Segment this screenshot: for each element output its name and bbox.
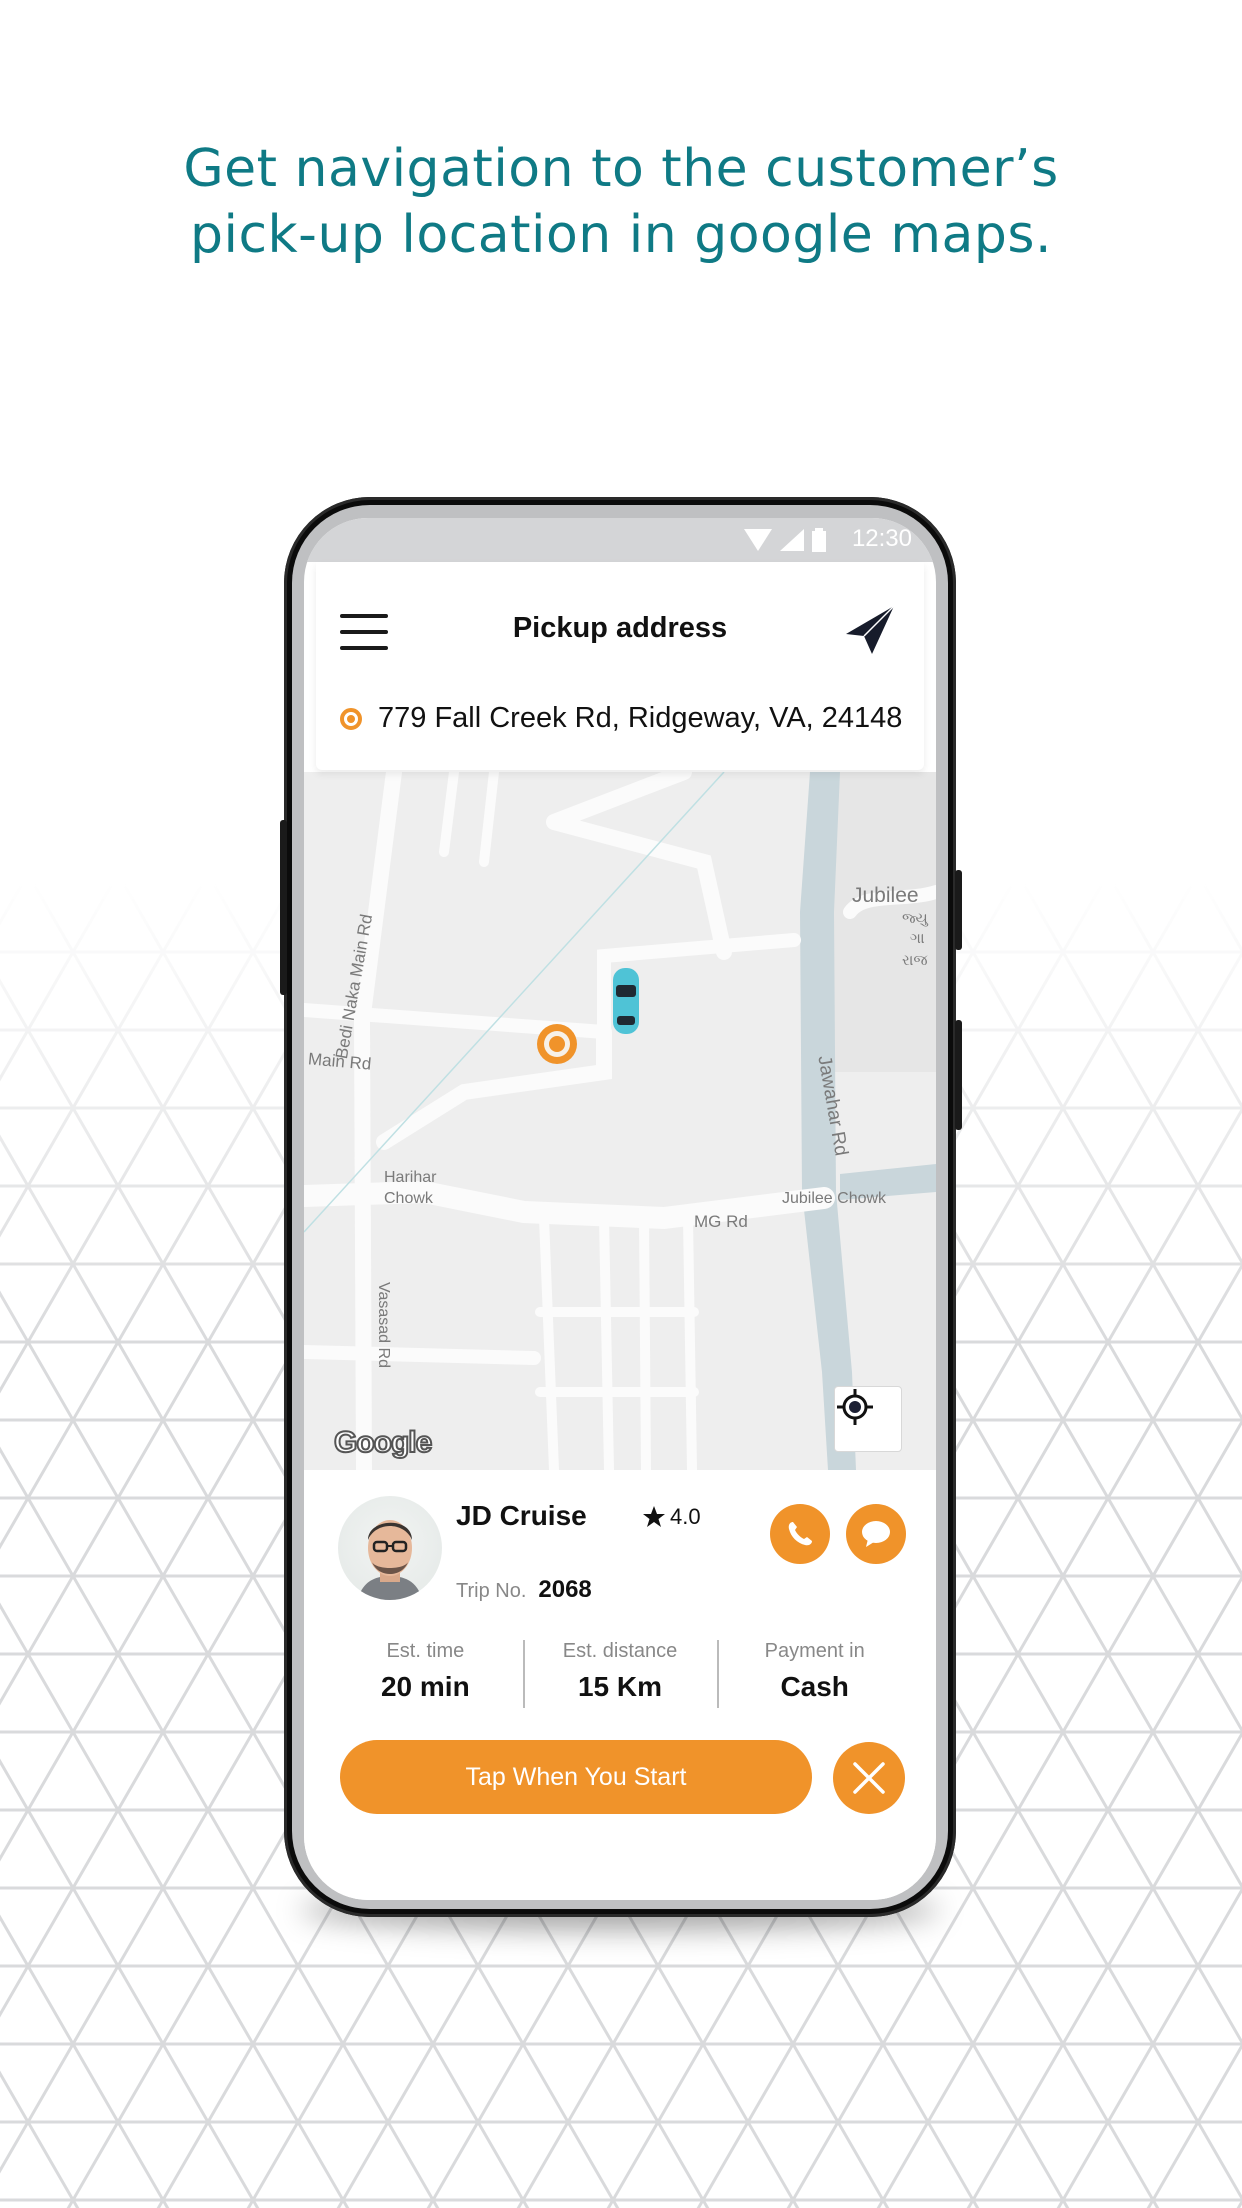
headline-line-2: pick-up location in google maps. <box>190 205 1052 265</box>
stat-payment: Payment in Cash <box>717 1638 912 1710</box>
stat-est-time: Est. time 20 min <box>328 1638 523 1710</box>
battery-icon <box>812 528 826 552</box>
phone-side-button-right-top <box>955 870 962 950</box>
avatar-portrait <box>358 1520 422 1600</box>
trip-number-label: Trip No. <box>456 1580 527 1602</box>
map-label-jubilee-chowk: Jubilee Chowk <box>782 1190 887 1207</box>
map-view[interactable]: Bedi Naka Main Rd Main Rd Jubilee જ્યુ ગ… <box>304 772 936 1470</box>
my-location-button[interactable] <box>834 1386 902 1452</box>
trip-details-sheet: JD Cruise 4.0 Trip No. 2068 Est. time 20… <box>304 1470 936 1900</box>
stat-value: 15 Km <box>577 1671 663 1702</box>
phone-side-button-left <box>280 820 287 995</box>
call-button[interactable] <box>770 1504 830 1564</box>
driver-avatar <box>338 1496 442 1600</box>
trip-stats: Est. time 20 min Est. distance 15 Km Pay… <box>328 1638 912 1710</box>
stat-value: 20 min <box>380 1671 470 1702</box>
headline-line-1: Get navigation to the customer’s <box>183 139 1059 199</box>
phone-icon <box>788 1522 812 1546</box>
stat-est-distance: Est. distance 15 Km <box>522 1638 718 1710</box>
map-label-harihar: Harihar <box>384 1169 437 1186</box>
google-attribution: Google <box>333 1425 433 1460</box>
paper-plane-navigation-icon <box>846 605 895 654</box>
phone-screen: 12:30 Pickup address 779 Fall Creek Rd, … <box>304 518 936 1900</box>
cancel-trip-button[interactable] <box>833 1742 905 1814</box>
page-title: Pickup address <box>512 612 728 644</box>
message-button[interactable] <box>846 1504 906 1564</box>
map-label-gujarati-1: જ્યુ <box>902 910 928 927</box>
pickup-address: 779 Fall Creek Rd, Ridgeway, VA, 24148 <box>378 702 903 734</box>
wifi-icon <box>744 529 772 551</box>
map-label-jubilee: Jubilee <box>852 884 919 907</box>
star-icon <box>643 1506 665 1527</box>
headline: Get navigation to the customer’s pick-up… <box>0 136 1242 268</box>
trip-number: 2068 <box>538 1576 592 1603</box>
driver-name: JD Cruise <box>456 1500 587 1531</box>
app-header: Pickup address 779 Fall Creek Rd, Ridgew… <box>316 562 924 770</box>
map-label-chowk: Chowk <box>384 1190 433 1207</box>
pickup-marker-icon[interactable] <box>537 1024 577 1064</box>
signal-icon <box>780 529 804 551</box>
map-label-mg-rd: MG Rd <box>694 1212 748 1231</box>
my-location-icon <box>837 1389 873 1425</box>
navigate-button[interactable] <box>842 604 898 656</box>
map-label-gujarati-3: રાજ <box>902 952 928 969</box>
status-bar: 12:30 <box>304 518 936 562</box>
stat-label: Est. distance <box>562 1640 678 1662</box>
stat-label: Est. time <box>386 1640 465 1662</box>
car-icon[interactable] <box>613 968 639 1034</box>
tap-when-you-start-button[interactable]: Tap When You Start <box>340 1740 812 1814</box>
map-label-vasasad: Vasasad Rd <box>375 1282 392 1368</box>
chat-bubble-icon <box>862 1521 890 1547</box>
trip-number-row: Trip No. 2068 <box>456 1576 592 1604</box>
stat-value: Cash <box>780 1671 849 1702</box>
location-target-icon <box>340 707 362 730</box>
stat-label: Payment in <box>764 1640 865 1662</box>
status-icons <box>744 528 826 552</box>
pickup-address-row[interactable]: 779 Fall Creek Rd, Ridgeway, VA, 24148 <box>340 702 906 735</box>
phone-side-button-right-bottom <box>955 1020 962 1130</box>
driver-rating: 4.0 <box>642 1504 701 1530</box>
status-time: 12:30 <box>851 525 912 552</box>
close-icon <box>853 1762 885 1794</box>
rating-value: 4.0 <box>670 1504 701 1529</box>
map-label-gujarati-2: ગા <box>910 930 925 947</box>
